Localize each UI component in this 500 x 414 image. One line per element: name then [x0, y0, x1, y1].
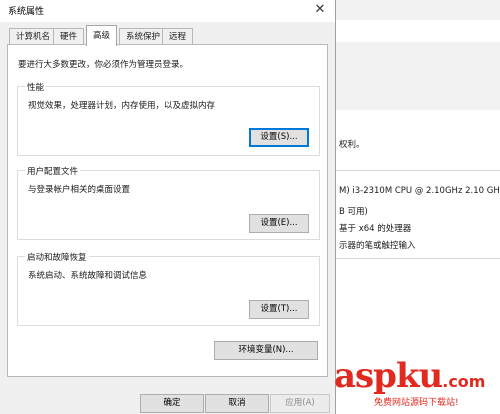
ok-button[interactable]: 确定: [140, 394, 204, 413]
user-profiles-settings-button[interactable]: 设置(E)...: [249, 214, 309, 233]
tab-system-protection[interactable]: 系统保护: [119, 28, 168, 45]
apply-button[interactable]: 应用(A): [270, 394, 330, 413]
startup-recovery-description: 系统启动、系统故障和调试信息: [28, 271, 148, 281]
user-profiles-description: 与登录帐户相关的桌面设置: [28, 185, 131, 195]
background-header-band: [333, 0, 500, 20]
cpu-text: M) i3-2310M CPU @ 2.10GHz 2.10 GH: [339, 186, 500, 196]
close-button[interactable]: ✕: [311, 1, 329, 19]
environment-variables-button[interactable]: 环境变量(N)...: [214, 341, 318, 360]
background-divider: [333, 258, 500, 259]
background-band: [333, 42, 500, 110]
startup-recovery-settings-button[interactable]: 设置(T)...: [249, 300, 309, 319]
system-type-text: 基于 x64 的处理器: [339, 224, 412, 234]
title-bar: 系统属性 ✕: [0, 0, 335, 22]
tab-remote[interactable]: 远程: [162, 28, 194, 45]
cancel-button[interactable]: 取消: [205, 394, 269, 413]
user-profiles-label: 用户配置文件: [25, 165, 81, 177]
tab-computer-name[interactable]: 计算机名: [9, 28, 58, 45]
rights-text: 权利。: [339, 140, 365, 150]
watermark-domain: .com: [442, 372, 486, 391]
system-properties-dialog: 系统属性 ✕ 计算机名 硬件 高级 系统保护 远程 要进行大多数更改，你必须作为…: [0, 0, 336, 414]
performance-label: 性能: [25, 81, 47, 93]
background-divider: [333, 170, 500, 171]
watermark-subtitle: 免费网站源码下载站!: [374, 395, 459, 408]
performance-description: 视觉效果，处理器计划，内存使用，以及虚拟内存: [28, 101, 216, 111]
pen-touch-text: 示器的笔或触控输入: [339, 241, 416, 251]
ram-text: B 可用): [339, 207, 368, 217]
startup-recovery-label: 启动和故障恢复: [25, 251, 89, 263]
tab-advanced[interactable]: 高级: [86, 25, 118, 46]
watermark: aspku.com 免费网站源码下载站!: [334, 356, 486, 408]
admin-note: 要进行大多数更改，你必须作为管理员登录。: [18, 60, 189, 70]
background-window: 权利。 M) i3-2310M CPU @ 2.10GHz 2.10 GH B …: [333, 0, 500, 414]
performance-settings-button[interactable]: 设置(S)...: [249, 128, 309, 147]
dialog-title: 系统属性: [8, 7, 45, 17]
tab-hardware[interactable]: 硬件: [53, 28, 85, 45]
watermark-brand: aspku: [334, 356, 443, 396]
